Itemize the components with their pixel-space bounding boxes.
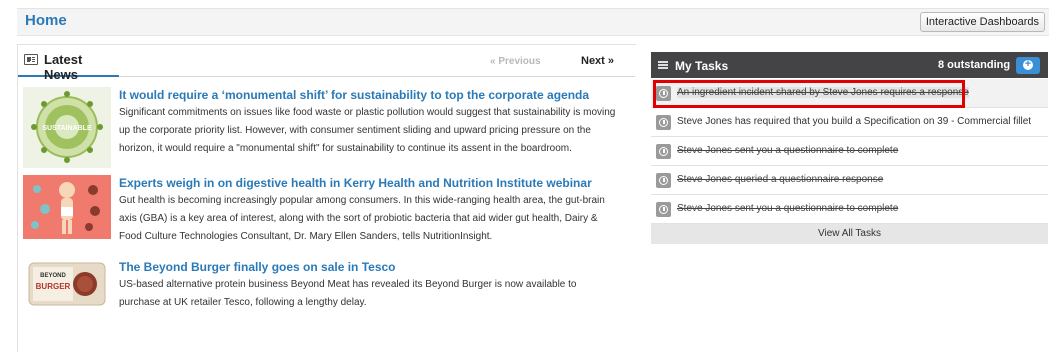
article-text: It would require a ‘monumental shift’ fo… <box>119 87 619 158</box>
list-icon <box>658 61 668 63</box>
page-title: Home <box>25 12 67 29</box>
task-text: Steve Jones queried a questionnaire resp… <box>677 174 884 185</box>
tab-latest-news[interactable]: Latest News <box>18 45 119 82</box>
digestive-health-thumbnail[interactable] <box>23 175 111 239</box>
previous-link[interactable]: « Previous <box>490 56 541 67</box>
article-text: The Beyond Burger finally goes on sale i… <box>119 259 619 312</box>
latest-news-panel: Latest News « Previous Next » SUSTAINABL… <box>17 44 636 352</box>
next-link[interactable]: Next » <box>581 55 614 67</box>
article-title-link[interactable]: The Beyond Burger finally goes on sale i… <box>119 259 619 275</box>
task-item[interactable]: Steve Jones queried a questionnaire resp… <box>651 166 1048 195</box>
task-text: Steve Jones has required that you build … <box>677 116 1032 127</box>
article-summary: Significant commitments on issues like f… <box>119 107 616 154</box>
news-title: Latest News <box>44 52 83 82</box>
sustainable-thumbnail[interactable]: SUSTAINABLE <box>23 87 111 168</box>
article-summary: US-based alternative protein business Be… <box>119 279 577 308</box>
article-title-link[interactable]: Experts weigh in on digestive health in … <box>119 175 619 191</box>
task-item[interactable]: Steve Jones sent you a questionnaire to … <box>651 195 1048 224</box>
highlight-annotation <box>653 80 965 108</box>
article-title-link[interactable]: It would require a ‘monumental shift’ fo… <box>119 87 619 103</box>
clock-icon <box>656 115 671 130</box>
interactive-dashboards-button[interactable]: Interactive Dashboards <box>919 12 1045 32</box>
newspaper-icon <box>24 54 38 65</box>
news-header: Latest News « Previous Next » <box>18 45 635 82</box>
beyond-burger-thumbnail[interactable]: BEYOND BURGER <box>23 259 111 309</box>
beyond-thumb-label-top: BEYOND <box>40 273 66 279</box>
beyond-thumb-label-main: BURGER <box>36 282 71 291</box>
article-summary: Gut health is becoming increasingly popu… <box>119 195 605 242</box>
clock-icon <box>656 173 671 188</box>
page-header: Home Interactive Dashboards <box>17 8 1049 36</box>
task-text: Steve Jones sent you a questionnaire to … <box>677 203 899 214</box>
tasks-header: My Tasks 8 outstanding <box>651 52 1048 78</box>
task-item[interactable]: Steve Jones sent you a questionnaire to … <box>651 137 1048 166</box>
sustainable-thumb-label: SUSTAINABLE <box>42 125 92 132</box>
tasks-title: My Tasks <box>675 59 729 73</box>
article-text: Experts weigh in on digestive health in … <box>119 175 619 246</box>
clock-icon <box>656 144 671 159</box>
outstanding-count: 8 outstanding <box>938 59 1011 71</box>
task-item[interactable]: Steve Jones has required that you build … <box>651 108 1048 137</box>
add-task-button[interactable] <box>1016 57 1040 74</box>
clock-icon <box>656 202 671 217</box>
view-all-tasks-button[interactable]: View All Tasks <box>651 224 1048 244</box>
task-text: Steve Jones sent you a questionnaire to … <box>677 145 899 156</box>
